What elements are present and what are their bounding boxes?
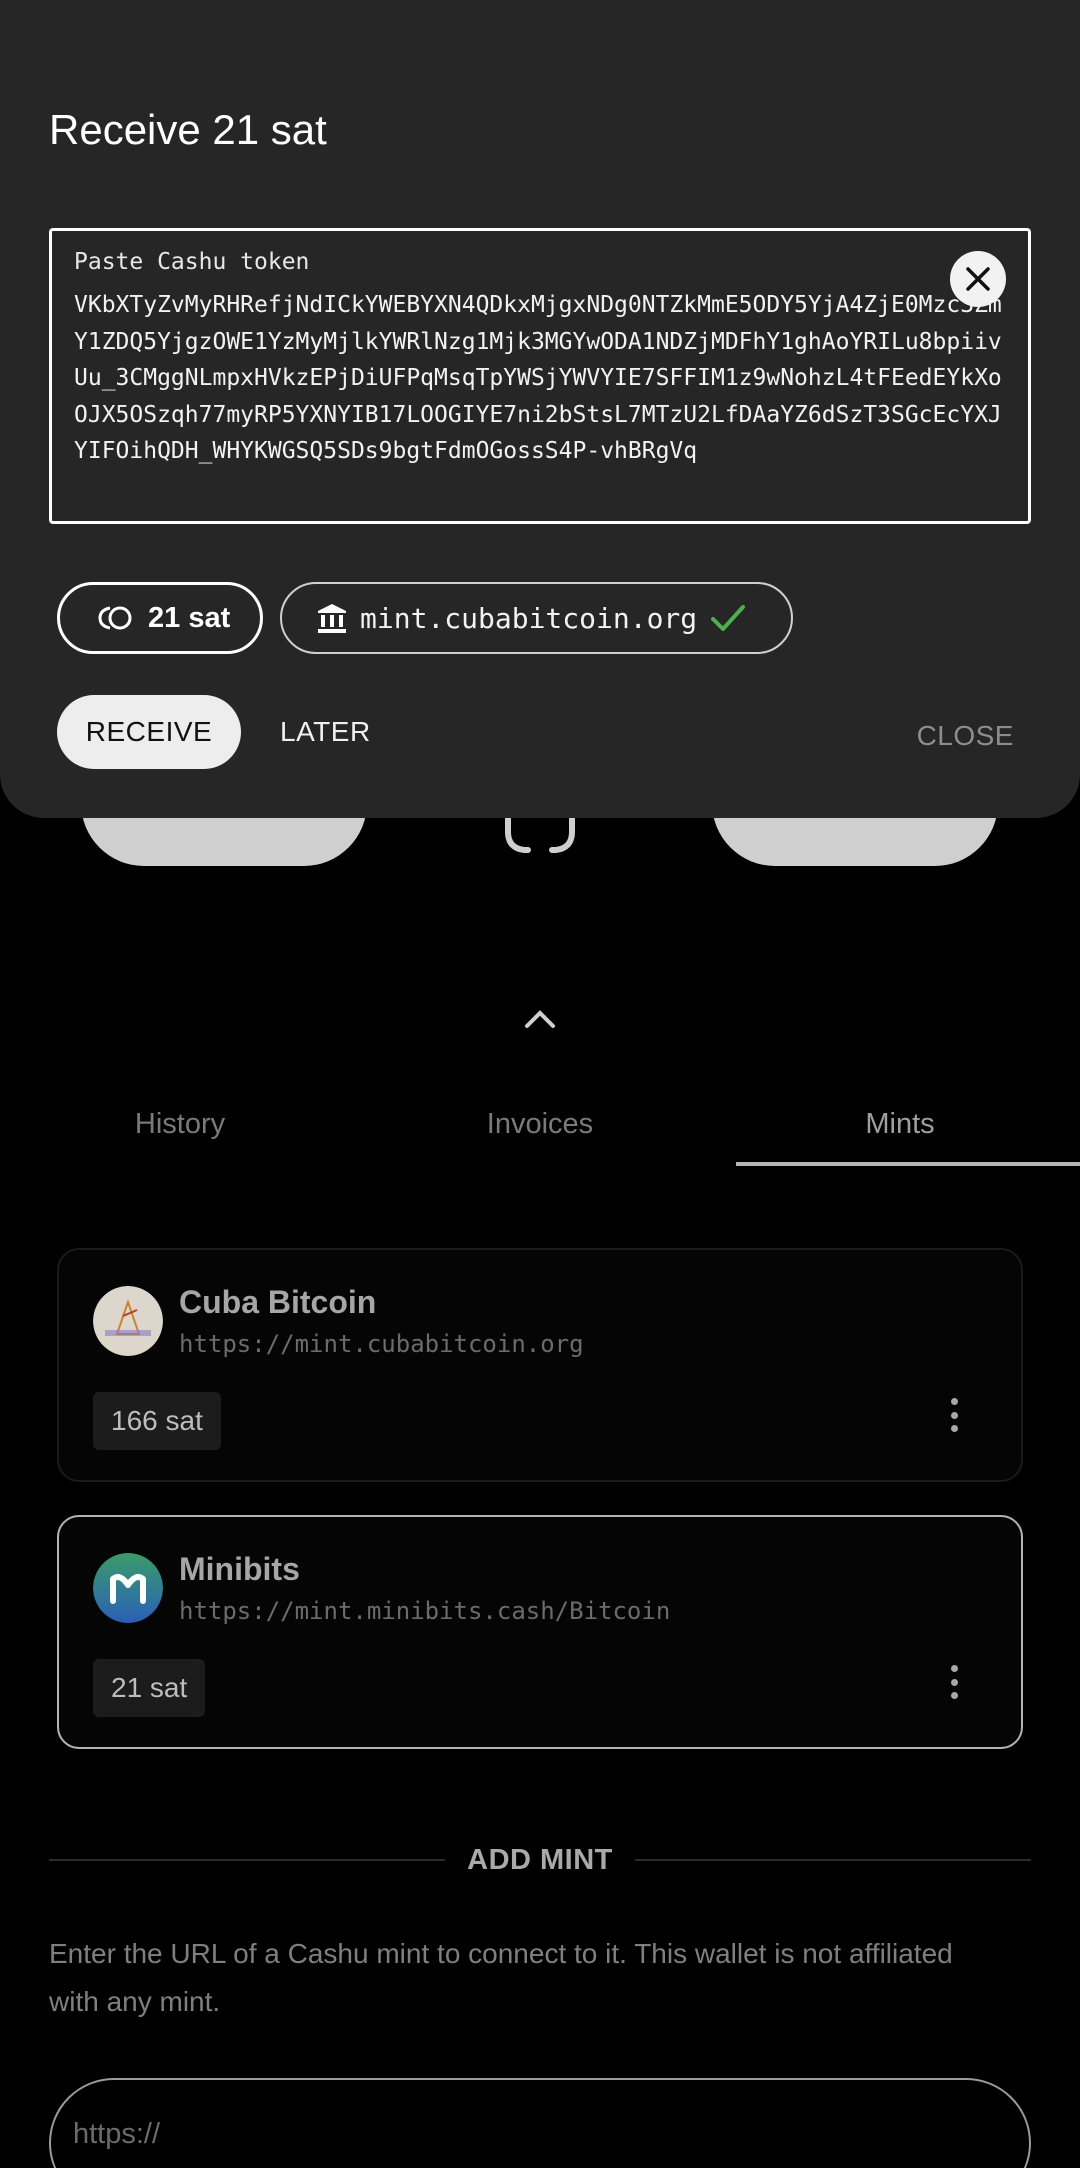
token-input[interactable]: Paste Cashu token VKbXTyZvMyRHRefjNdICkY… <box>49 228 1031 524</box>
clear-token-button[interactable] <box>950 251 1006 307</box>
tab-history[interactable]: History <box>0 1080 360 1168</box>
mint-chip: mint.cubabitcoin.org <box>280 582 793 654</box>
divider-line <box>49 1859 446 1861</box>
mint-url: https://mint.minibits.cash/Bitcoin <box>179 1597 671 1625</box>
amount-chip-label: 21 sat <box>148 601 231 634</box>
mint-url-placeholder: https:// <box>73 2118 161 2150</box>
close-icon <box>966 267 990 291</box>
add-mint-title: ADD MINT <box>467 1843 613 1876</box>
tab-invoices[interactable]: Invoices <box>360 1080 720 1168</box>
active-tab-indicator <box>736 1162 1080 1166</box>
minibits-logo-icon <box>93 1553 163 1623</box>
mint-card[interactable]: Minibits https://mint.minibits.cash/Bitc… <box>57 1515 1023 1749</box>
mint-balance-badge: 21 sat <box>93 1659 206 1717</box>
check-icon <box>711 605 746 631</box>
amount-chip: 21 sat <box>57 582 263 654</box>
close-button[interactable]: CLOSE <box>917 712 1014 760</box>
receive-button[interactable]: RECEIVE <box>57 695 241 769</box>
later-button[interactable]: LATER <box>280 708 371 756</box>
more-vert-icon[interactable] <box>949 1398 959 1432</box>
dialog-title: Receive 21 sat <box>49 106 327 153</box>
mint-balance-badge: 166 sat <box>93 1392 221 1450</box>
mint-name: Cuba Bitcoin <box>179 1284 377 1320</box>
add-mint-divider: ADD MINT <box>49 1840 1032 1880</box>
mint-name: Minibits <box>179 1551 300 1587</box>
mint-url-input[interactable]: https:// <box>49 2078 1031 2168</box>
divider-line <box>634 1859 1032 1861</box>
tab-mints[interactable]: Mints <box>720 1080 1080 1168</box>
tab-bar: History Invoices Mints <box>0 1080 1080 1168</box>
token-input-label: Paste Cashu token <box>74 249 310 275</box>
mint-chip-label: mint.cubabitcoin.org <box>360 601 698 635</box>
bank-icon <box>318 604 346 633</box>
mint-url: https://mint.cubabitcoin.org <box>179 1330 584 1358</box>
cashu-coin-icon <box>98 606 132 630</box>
chevron-up-icon[interactable] <box>523 1008 557 1030</box>
token-input-value[interactable]: VKbXTyZvMyRHRefjNdICkYWEBYXN4QDkxMjgxNDg… <box>74 287 1004 470</box>
mint-card[interactable]: Cuba Bitcoin https://mint.cubabitcoin.or… <box>57 1248 1023 1482</box>
receive-dialog: Receive 21 sat Paste Cashu token VKbXTyZ… <box>0 0 1080 818</box>
more-vert-icon[interactable] <box>949 1665 959 1699</box>
add-mint-description: Enter the URL of a Cashu mint to connect… <box>49 1938 953 2017</box>
cuba-bitcoin-logo-icon <box>93 1286 163 1356</box>
